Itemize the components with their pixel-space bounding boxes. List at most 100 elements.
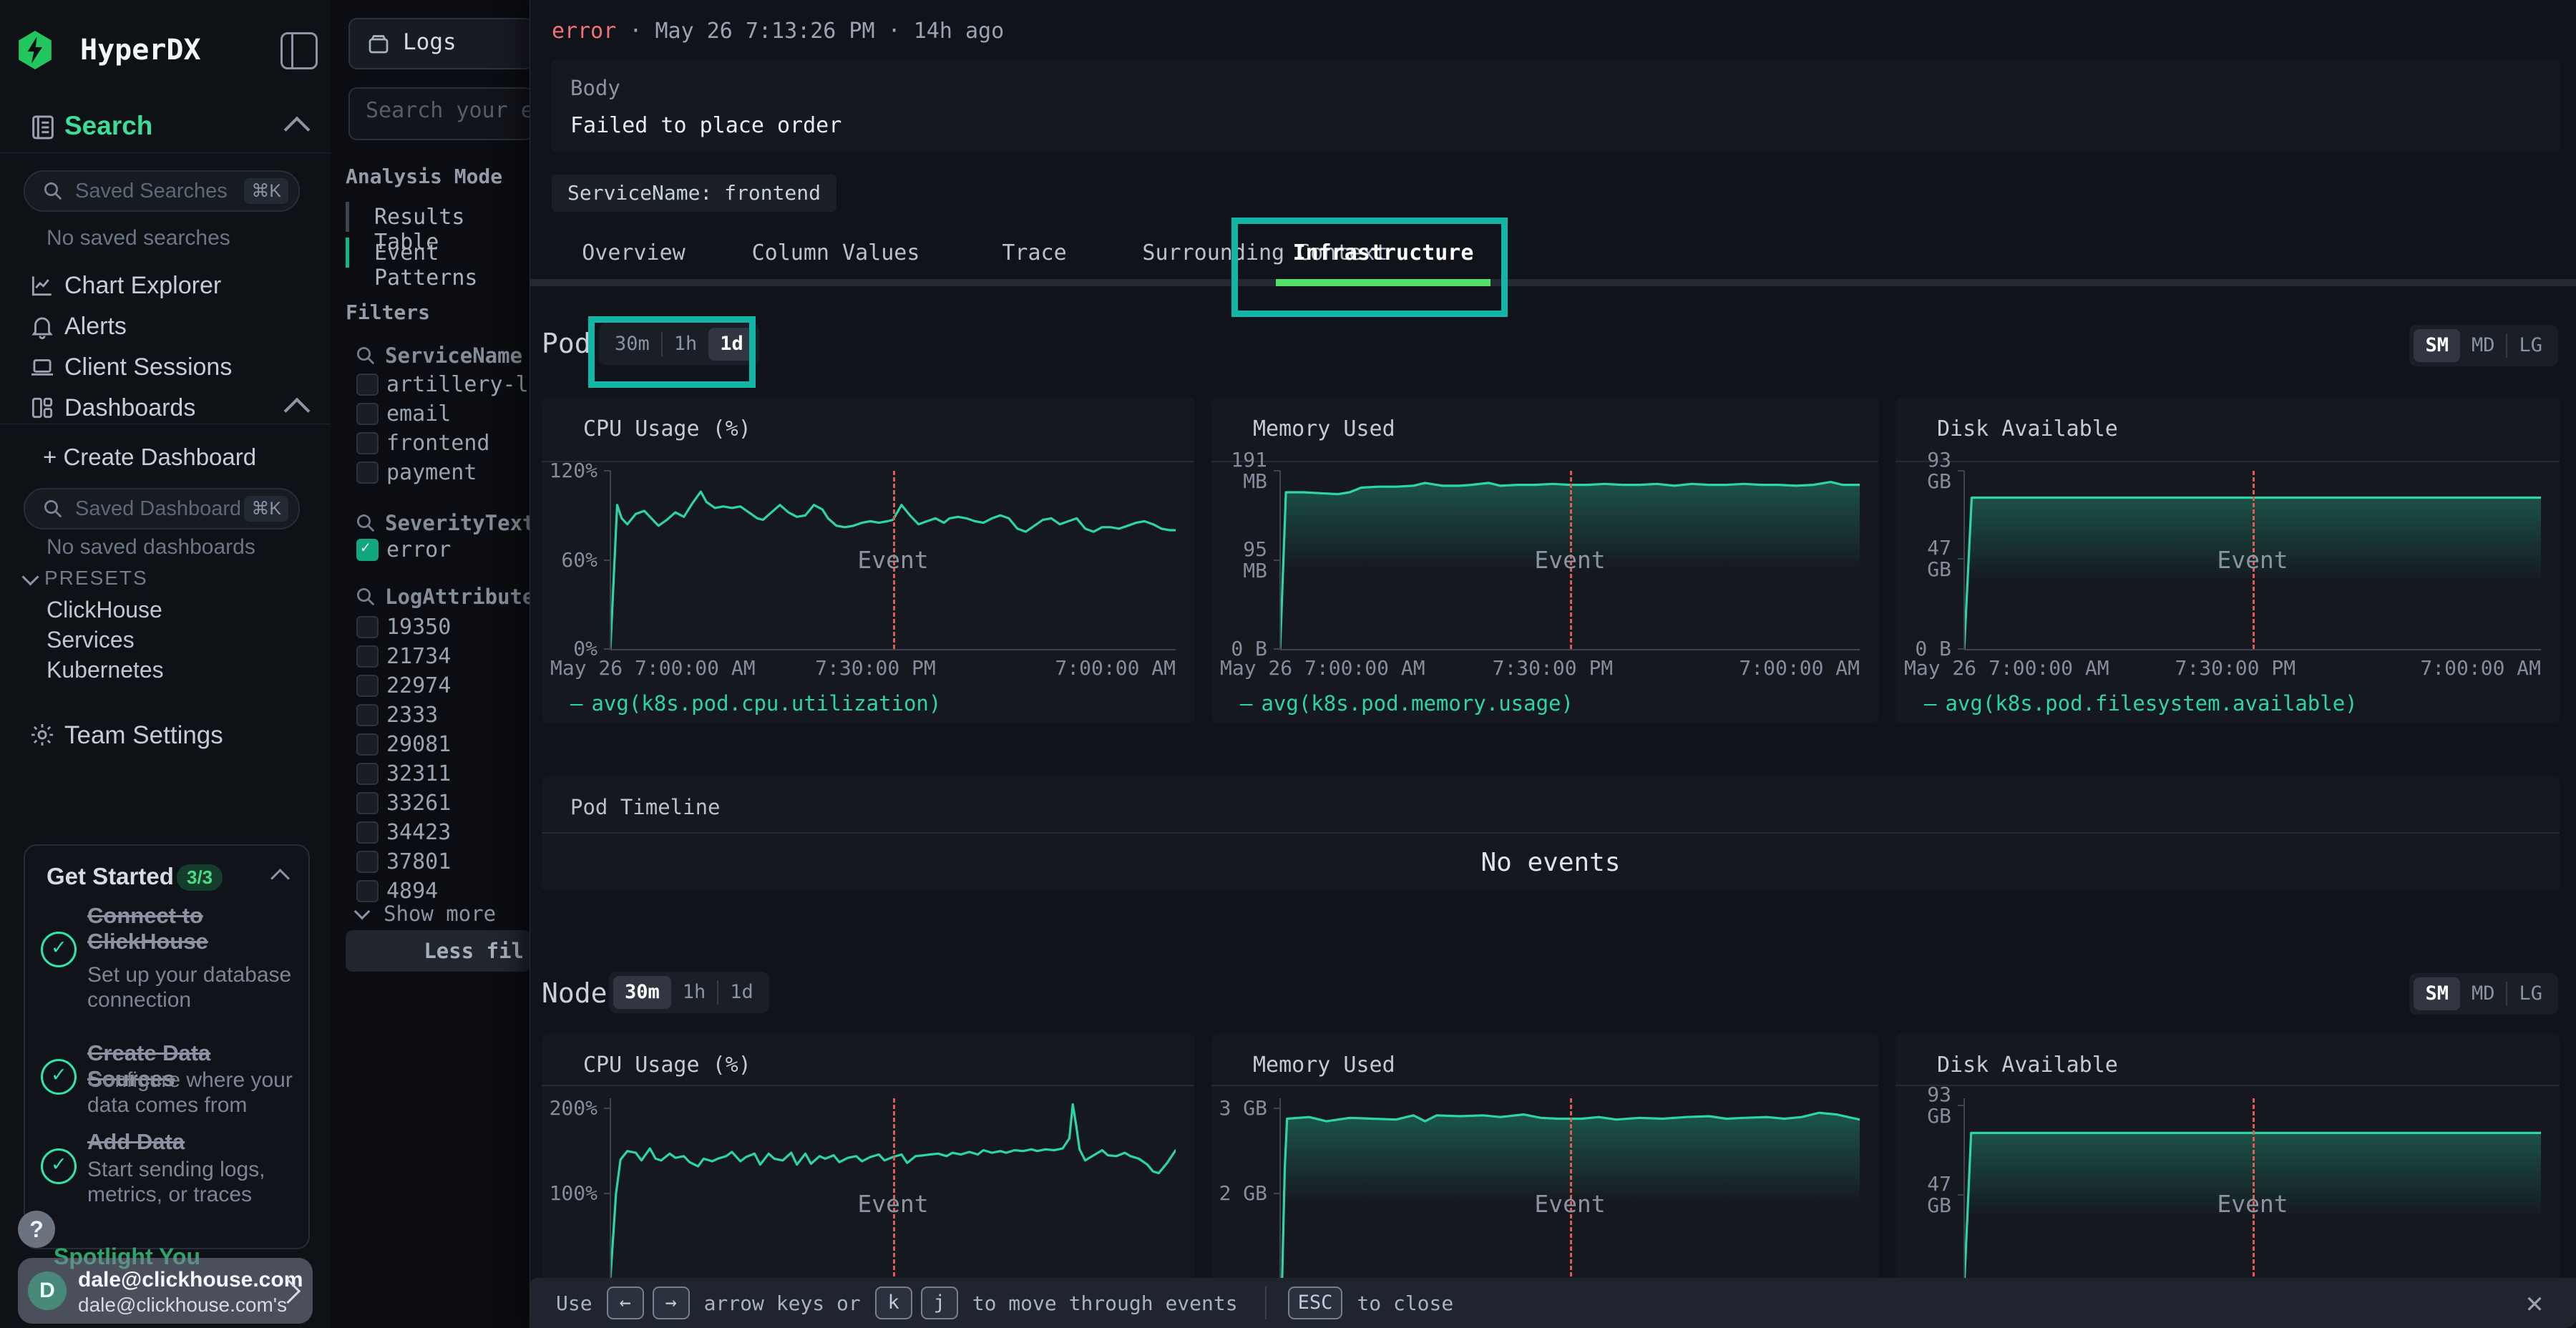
filter-option[interactable]: 29081 — [356, 731, 528, 759]
checkbox[interactable] — [356, 733, 379, 756]
less-filters-button[interactable]: Less fil — [346, 930, 531, 972]
sidebar-item-client-sessions[interactable]: Client Sessions — [0, 348, 331, 388]
checkbox[interactable] — [356, 462, 379, 484]
preset-services[interactable]: Services — [47, 627, 135, 653]
tab-trace[interactable]: Trace — [957, 228, 1111, 279]
pod-range-30m[interactable]: 30m — [603, 328, 661, 361]
filter-option[interactable]: 33261 — [356, 789, 528, 818]
node-range-1h[interactable]: 1h — [671, 976, 718, 1009]
checkbox[interactable] — [356, 792, 379, 814]
j-key: j — [921, 1286, 958, 1319]
service-tag[interactable]: ServiceName: frontend — [552, 175, 836, 212]
user-profile-card[interactable]: D dale@clickhouse.com dale@clickhouse.co… — [18, 1258, 313, 1324]
x-tick-label: 7:00:00 AM — [1055, 656, 1176, 680]
y-tick-label: 120% — [542, 460, 597, 482]
sidebar-collapse-icon[interactable] — [280, 32, 318, 69]
saved-searches-search[interactable]: ⌘K — [24, 170, 300, 212]
filter-option[interactable]: 22974 — [356, 672, 528, 700]
sidebar-item-chart-explorer[interactable]: Chart Explorer — [0, 266, 331, 306]
sidebar-item-search[interactable]: Search — [0, 107, 331, 147]
filter-option-label: frontend — [386, 431, 490, 456]
filter-option[interactable]: 21734 — [356, 643, 528, 671]
create-dashboard-button[interactable]: + Create Dashboard — [0, 438, 331, 478]
node-size-sm[interactable]: SM — [2414, 977, 2460, 1010]
chart-title: CPU Usage (%) — [583, 1053, 751, 1078]
pod-size-sm[interactable]: SM — [2414, 329, 2460, 362]
checkbox[interactable] — [356, 704, 379, 726]
presets-toggle[interactable]: PRESETS — [44, 567, 148, 590]
event-search-input[interactable] — [364, 97, 532, 124]
filter-option[interactable]: 2333 — [356, 701, 528, 730]
pod-range-1d[interactable]: 1d — [708, 328, 755, 361]
node-range-1d[interactable]: 1d — [718, 976, 765, 1009]
chart-title: Disk Available — [1937, 416, 2118, 441]
chart-title: Memory Used — [1253, 416, 1395, 441]
node-size-md[interactable]: MD — [2460, 977, 2507, 1010]
filter-group-label: ServiceName — [385, 343, 522, 368]
checkbox-checked[interactable] — [356, 539, 379, 561]
close-icon[interactable]: ✕ — [2518, 1286, 2551, 1319]
analysis-mode-heading: Analysis Mode — [346, 165, 502, 188]
pod-range-1h[interactable]: 1h — [663, 328, 709, 361]
tab-infrastructure[interactable]: Infrastructure — [1276, 228, 1491, 279]
footer-move-text: to move through events — [972, 1292, 1238, 1315]
chart-plot: Event — [1964, 471, 2541, 649]
filter-option[interactable]: email — [356, 400, 528, 429]
event-search-box[interactable] — [348, 87, 534, 140]
checkbox[interactable] — [356, 675, 379, 697]
filter-option[interactable]: error — [356, 536, 528, 565]
filter-option[interactable]: 37801 — [356, 848, 528, 877]
checkbox[interactable] — [356, 763, 379, 785]
preset-kubernetes[interactable]: Kubernetes — [47, 657, 164, 683]
legend-swatch: — — [570, 691, 582, 716]
tab-overview[interactable]: Overview — [553, 228, 714, 279]
logo-row: HyperDX — [0, 25, 331, 75]
saved-dashboards-search[interactable]: ⌘K — [24, 488, 300, 529]
y-tick-label: 47 GB — [1896, 1173, 1951, 1216]
checkbox[interactable] — [356, 880, 379, 902]
checkbox[interactable] — [356, 616, 379, 638]
filter-option[interactable]: frontend — [356, 429, 528, 458]
filter-option[interactable]: payment — [356, 459, 528, 487]
filter-option-label: 22974 — [386, 673, 451, 698]
mode-indicator — [346, 202, 349, 232]
filter-option[interactable]: 34423 — [356, 819, 528, 847]
filter-option[interactable]: artillery-loa — [356, 371, 528, 399]
filter-option-label: 29081 — [386, 732, 451, 757]
checkbox[interactable] — [356, 645, 379, 668]
filter-option[interactable]: 19350 — [356, 613, 528, 642]
checkbox[interactable] — [356, 432, 379, 454]
node-range-30m[interactable]: 30m — [613, 976, 671, 1009]
x-tick-label: May 26 7:00:00 AM — [1220, 656, 1425, 680]
y-axis-ticks: 191 MB95 MB0 B — [1211, 471, 1273, 649]
x-axis-ticks: May 26 7:00:00 AM7:30:00 PM7:00:00 AM — [550, 656, 1176, 680]
analysis-mode-event-patterns[interactable]: Event Patterns — [346, 236, 525, 269]
pod-size-md[interactable]: MD — [2460, 329, 2507, 362]
checkbox[interactable] — [356, 821, 379, 844]
tab-column-values[interactable]: Column Values — [714, 228, 957, 279]
checkbox[interactable] — [356, 374, 379, 396]
body-text: Failed to place order — [570, 113, 841, 138]
chevron-up-icon[interactable] — [270, 869, 290, 888]
help-button[interactable]: ? — [18, 1211, 55, 1248]
show-more-button[interactable]: Show more — [355, 900, 512, 929]
bell-icon — [29, 313, 57, 341]
sidebar-item-team-settings[interactable]: Team Settings — [0, 716, 331, 756]
source-selector-button[interactable]: Logs — [348, 18, 534, 69]
analysis-mode-results-table[interactable]: Results Table — [346, 200, 525, 233]
sidebar-item-alerts[interactable]: Alerts — [0, 307, 331, 347]
checkbox[interactable] — [356, 851, 379, 873]
saved-dashboards-input[interactable] — [74, 494, 241, 524]
filter-option[interactable]: 32311 — [356, 760, 528, 788]
saved-searches-input[interactable] — [74, 176, 241, 206]
preset-clickhouse[interactable]: ClickHouse — [47, 597, 162, 623]
chevron-down-icon — [21, 568, 39, 585]
get-started-title: Get Started — [47, 863, 174, 890]
y-tick-label: 60% — [542, 550, 597, 571]
node-size-lg[interactable]: LG — [2507, 977, 2554, 1010]
pod-size-lg[interactable]: LG — [2507, 329, 2554, 362]
sidebar-item-dashboards[interactable]: Dashboards — [0, 389, 331, 429]
checkbox[interactable] — [356, 403, 379, 425]
sidebar-item-label: Search — [64, 111, 152, 141]
x-axis-ticks: May 26 7:00:00 AM7:30:00 PM7:00:00 AM — [1904, 656, 2541, 680]
